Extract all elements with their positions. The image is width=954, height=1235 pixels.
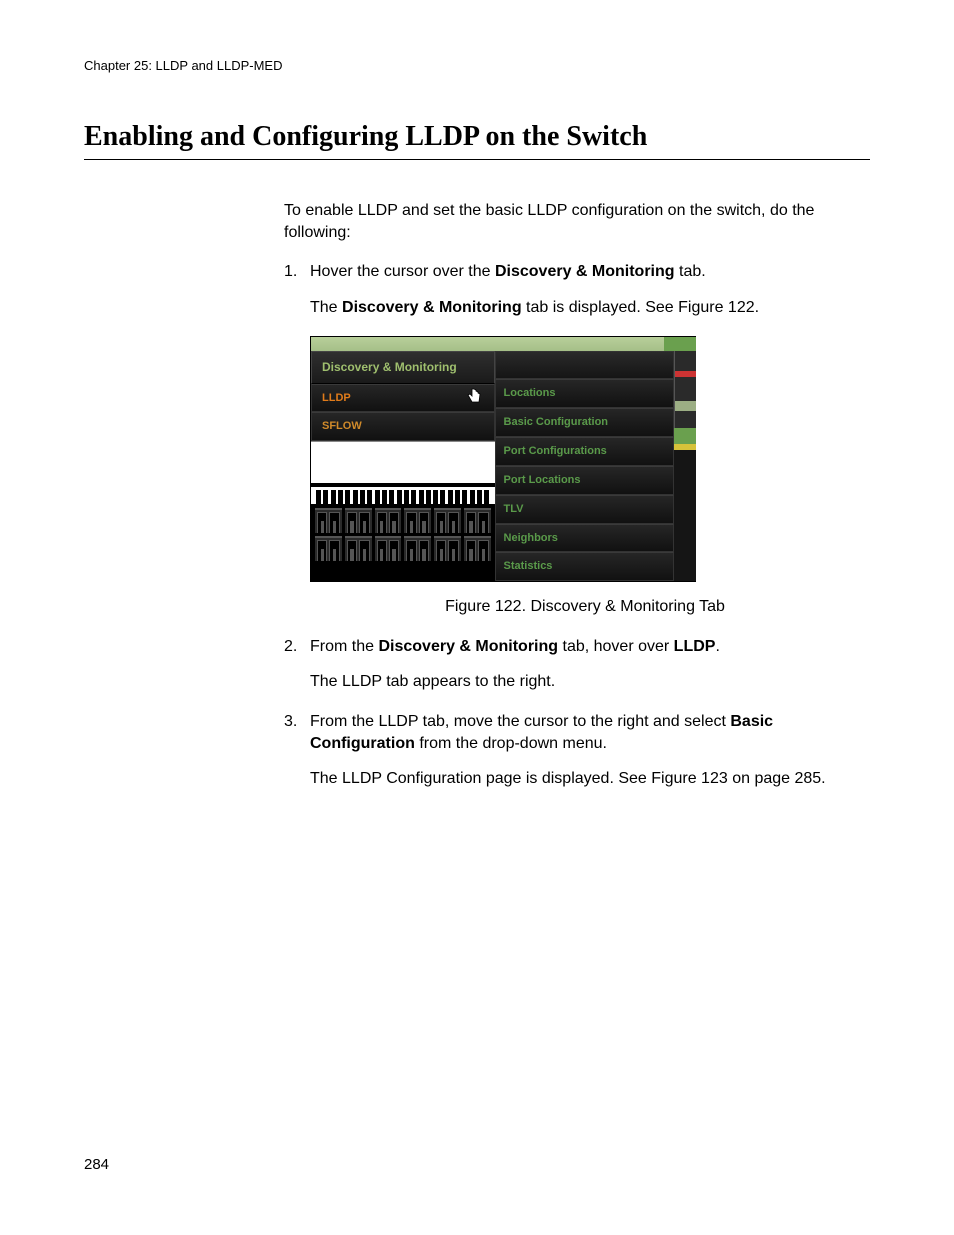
- text: tab, hover over: [558, 638, 674, 655]
- switch-port-diagram: [311, 483, 495, 561]
- text: Hover the cursor over the: [310, 263, 495, 280]
- step-2-sub: The LLDP tab appears to the right.: [310, 671, 860, 693]
- figure-right-edge: [674, 351, 696, 581]
- figure-blank-area: [311, 441, 495, 483]
- text-bold: Discovery & Monitoring: [342, 299, 522, 316]
- step-1-sub: The Discovery & Monitoring tab is displa…: [310, 297, 860, 319]
- figure-caption: Figure 122. Discovery & Monitoring Tab: [310, 596, 860, 618]
- intro-paragraph: To enable LLDP and set the basic LLDP co…: [284, 200, 860, 243]
- text-bold: Discovery & Monitoring: [495, 263, 675, 280]
- step-number: 1.: [284, 261, 310, 283]
- figure-topbar: [311, 337, 696, 351]
- submenu-tlv[interactable]: TLV: [495, 495, 675, 524]
- text: .: [715, 638, 719, 655]
- figure-image: Discovery & Monitoring LLDP SFLOW: [310, 336, 696, 582]
- step-3: 3. From the LLDP tab, move the cursor to…: [284, 711, 860, 754]
- step-text: Hover the cursor over the Discovery & Mo…: [310, 261, 860, 283]
- page-number: 284: [84, 1156, 109, 1173]
- submenu-port-locations[interactable]: Port Locations: [495, 466, 675, 495]
- menu-item-sflow[interactable]: SFLOW: [311, 412, 495, 441]
- text-bold: Discovery & Monitoring: [378, 638, 558, 655]
- page-title: Enabling and Configuring LLDP on the Swi…: [84, 121, 870, 160]
- submenu-basic-configuration[interactable]: Basic Configuration: [495, 408, 675, 437]
- chapter-header: Chapter 25: LLDP and LLDP-MED: [84, 58, 870, 73]
- text: from the drop-down menu.: [415, 735, 607, 752]
- step-1: 1. Hover the cursor over the Discovery &…: [284, 261, 860, 283]
- text-bold: LLDP: [674, 638, 716, 655]
- text: tab is displayed. See Figure 122.: [522, 299, 759, 316]
- step-number: 3.: [284, 711, 310, 754]
- submenu-port-configurations[interactable]: Port Configurations: [495, 437, 675, 466]
- step-text: From the LLDP tab, move the cursor to th…: [310, 711, 860, 754]
- step-3-sub: The LLDP Configuration page is displayed…: [310, 768, 860, 790]
- text: From the LLDP tab, move the cursor to th…: [310, 713, 730, 730]
- step-2: 2. From the Discovery & Monitoring tab, …: [284, 636, 860, 658]
- text: From the: [310, 638, 378, 655]
- menu-item-label: LLDP: [322, 392, 351, 404]
- step-text: From the Discovery & Monitoring tab, hov…: [310, 636, 860, 658]
- hand-cursor-icon: [466, 387, 482, 407]
- menu-item-lldp[interactable]: LLDP: [311, 384, 495, 413]
- submenu-spacer: [495, 351, 675, 379]
- menu-header[interactable]: Discovery & Monitoring: [311, 351, 495, 383]
- figure-122: Discovery & Monitoring LLDP SFLOW: [310, 336, 860, 618]
- submenu-neighbors[interactable]: Neighbors: [495, 524, 675, 553]
- step-number: 2.: [284, 636, 310, 658]
- submenu-locations[interactable]: Locations: [495, 379, 675, 408]
- submenu-statistics[interactable]: Statistics: [495, 552, 675, 581]
- text: The: [310, 299, 342, 316]
- text: tab.: [675, 263, 706, 280]
